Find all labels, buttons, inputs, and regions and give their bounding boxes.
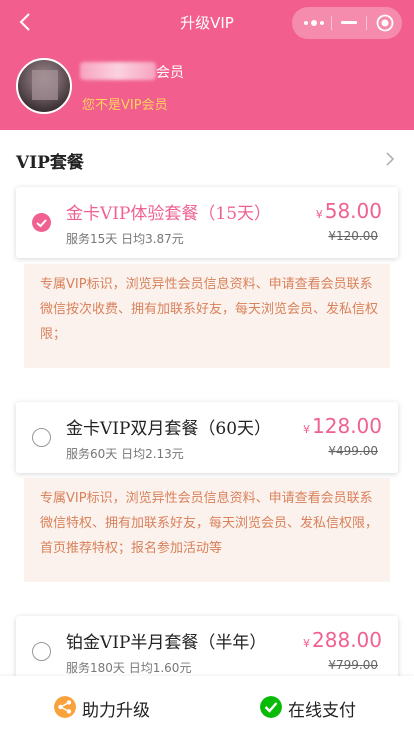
- plan-price: ¥128.00: [303, 414, 382, 438]
- plan-description: 专属VIP标识，浏览异性会员信息资料、申请查看会员联系微信按次收费、拥有加联系好…: [24, 264, 390, 368]
- more-dots-icon[interactable]: [303, 18, 325, 28]
- currency-symbol: ¥: [315, 208, 323, 221]
- plan-price: ¥58.00: [316, 199, 382, 223]
- currency-symbol: ¥: [303, 423, 311, 436]
- radio-unchecked[interactable]: [32, 642, 51, 661]
- minus-icon[interactable]: [341, 21, 357, 24]
- original-price: ¥120.00: [328, 229, 378, 243]
- check-icon: [36, 219, 47, 228]
- mini-program-capsule: [292, 7, 402, 39]
- plan-description: 专属VIP标识，浏览异性会员信息资料、申请查看会员联系微信特权、拥有加联系好友，…: [24, 478, 390, 582]
- header: 升级VIP 会员 您不是VIP会员: [0, 0, 414, 130]
- share-icon: [54, 696, 76, 718]
- plan-price: ¥288.00: [303, 628, 382, 652]
- online-pay-label: 在线支付: [288, 701, 356, 721]
- vip-status-text: 您不是VIP会员: [82, 98, 168, 113]
- plan-name: 金卡VIP体验套餐（15天）: [66, 204, 272, 224]
- price-value: 58.00: [324, 199, 382, 223]
- assist-upgrade-label: 助力升级: [82, 701, 150, 721]
- currency-symbol: ¥: [303, 637, 311, 650]
- capsule-divider: [331, 16, 332, 30]
- original-price: ¥799.00: [328, 658, 378, 672]
- plan-name: 金卡VIP双月套餐（60天）: [66, 419, 272, 439]
- online-pay-button[interactable]: 在线支付: [260, 694, 370, 721]
- avatar-image: [32, 70, 58, 100]
- bottom-action-bar: 助力升级 在线支付: [0, 676, 414, 736]
- plan-card[interactable]: 金卡VIP体验套餐（15天） 服务15天 日均3.87元 ¥58.00 ¥120…: [16, 187, 398, 258]
- username-blurred: [80, 62, 156, 80]
- navbar: 升级VIP: [0, 0, 414, 44]
- avatar[interactable]: [16, 58, 72, 114]
- plan-subtitle: 服务15天 日均3.87元: [66, 232, 184, 246]
- section-title: VIP套餐: [16, 153, 84, 173]
- chevron-right-icon: [386, 152, 395, 166]
- price-value: 128.00: [312, 414, 382, 438]
- radio-unchecked[interactable]: [32, 428, 51, 447]
- vip-plans-header[interactable]: VIP套餐: [0, 130, 414, 180]
- member-label: 会员: [156, 65, 184, 81]
- plan-subtitle: 服务60天 日均2.13元: [66, 447, 184, 461]
- original-price: ¥499.00: [328, 444, 378, 458]
- plan-card[interactable]: 金卡VIP双月套餐（60天） 服务60天 日均2.13元 ¥128.00 ¥49…: [16, 402, 398, 473]
- wechat-pay-icon: [260, 696, 282, 718]
- plan-subtitle: 服务180天 日均1.60元: [66, 661, 192, 675]
- assist-upgrade-button[interactable]: 助力升级: [54, 694, 164, 721]
- user-info: 会员 您不是VIP会员: [16, 58, 406, 118]
- capsule-divider: [366, 16, 367, 30]
- price-value: 288.00: [312, 628, 382, 652]
- plan-name: 铂金VIP半月套餐（半年）: [66, 633, 267, 653]
- radio-checked[interactable]: [32, 213, 51, 232]
- target-circle-icon[interactable]: [376, 14, 394, 32]
